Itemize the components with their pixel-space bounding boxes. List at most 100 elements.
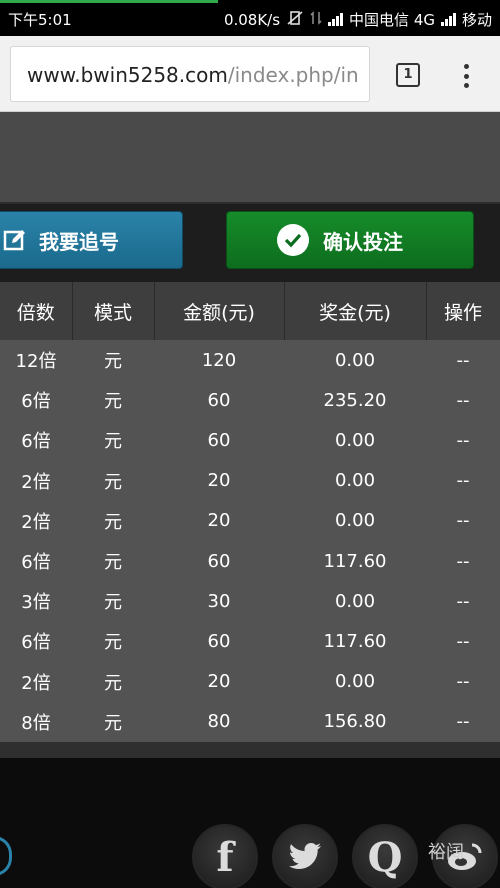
cell-amount: 20: [154, 460, 284, 501]
status-right: 0.08K/s 中国电信 4G 移动: [224, 9, 492, 30]
cell-prize: 0.00: [284, 661, 426, 702]
cell-prize: 0.00: [284, 420, 426, 461]
cell-action[interactable]: --: [426, 540, 500, 582]
url-host: www.bwin5258.com: [27, 63, 228, 87]
cell-mode: 元: [72, 661, 154, 702]
content-panel: [0, 112, 500, 204]
table-row: 12倍元 120 0.00 --: [0, 340, 500, 381]
chase-number-label: 我要追号: [39, 229, 119, 254]
twitter-icon: [288, 843, 321, 869]
vibrate-off-icon: [286, 10, 304, 30]
table-row: 2倍元 20 0.00 --: [0, 500, 500, 541]
net-speed: 0.08K/s: [223, 10, 281, 29]
header-multiplier: 倍数: [0, 282, 73, 340]
url-path: /index.php/in: [227, 63, 359, 87]
bets-table: 倍数 模式 金额(元) 奖金(元) 操作 12倍元 120 0.00 -- 6倍元 60…: [0, 282, 500, 742]
table-row: 2倍元 20 0.00 --: [0, 460, 500, 501]
table-row: 6倍元 60 235.20 --: [0, 380, 500, 421]
cell-multiplier: 3倍: [0, 581, 72, 622]
qq-icon: Q: [367, 833, 403, 881]
cell-multiplier: 12倍: [0, 340, 72, 381]
cell-mode: 元: [72, 540, 154, 582]
cell-prize: 0.00: [284, 340, 426, 381]
carrier-1: 中国电信 4G: [349, 11, 435, 29]
cell-mode: 元: [72, 581, 154, 622]
chase-number-button[interactable]: 我要追号: [0, 211, 183, 269]
page-load-progress: [0, 0, 218, 3]
table-row: 6倍元 60 117.60 --: [0, 540, 500, 582]
cell-amount: 20: [154, 500, 284, 541]
cell-multiplier: 6倍: [0, 420, 72, 461]
cell-multiplier: 8倍: [0, 701, 72, 742]
cell-prize: 0.00: [284, 581, 426, 622]
table-row: 6倍元 60 117.60 --: [0, 621, 500, 662]
url-bar[interactable]: www.bwin5258.com/index.php/in: [10, 46, 370, 102]
tab-switcher-button[interactable]: 1: [396, 63, 420, 87]
cell-action[interactable]: --: [426, 701, 500, 742]
table-row: 6倍元 60 0.00 --: [0, 420, 500, 461]
cell-amount: 60: [154, 420, 284, 461]
cell-prize: 117.60: [284, 540, 426, 582]
cell-multiplier: 2倍: [0, 500, 72, 541]
cell-prize: 0.00: [284, 500, 426, 541]
watermark-text: 裕阔: [428, 842, 464, 863]
cell-multiplier: 6倍: [0, 621, 72, 662]
edit-icon: [3, 230, 25, 251]
cell-prize: 0.00: [284, 460, 426, 501]
header-prize: 奖金(元): [284, 282, 427, 340]
cell-prize: 156.80: [284, 701, 426, 742]
cell-multiplier: 2倍: [0, 460, 72, 501]
social-share-bar: f Q 裕阔: [0, 820, 500, 888]
cell-mode: 元: [72, 500, 154, 541]
cell-mode: 元: [72, 380, 154, 421]
cell-amount: 20: [154, 661, 284, 702]
cell-prize: 235.20: [284, 380, 426, 421]
header-action: 操作: [426, 282, 500, 340]
cell-multiplier: 6倍: [0, 540, 72, 582]
cell-mode: 元: [72, 420, 154, 461]
cell-action[interactable]: --: [426, 460, 500, 501]
signal-icon: [328, 13, 344, 26]
cell-amount: 60: [154, 540, 284, 582]
cell-action[interactable]: --: [426, 380, 500, 421]
cell-action[interactable]: --: [426, 581, 500, 622]
data-transfer-icon: [310, 10, 322, 30]
table-header-row: 倍数 模式 金额(元) 奖金(元) 操作: [0, 282, 500, 340]
table-footer-bar: [0, 742, 500, 758]
more-menu-icon[interactable]: [462, 64, 470, 88]
cell-amount: 60: [154, 621, 284, 662]
cell-action[interactable]: --: [426, 621, 500, 662]
qq-share-button[interactable]: Q: [352, 824, 418, 888]
table-row: 3倍元 30 0.00 --: [0, 581, 500, 622]
table-row: 8倍元 80 156.80 --: [0, 701, 500, 742]
cell-multiplier: 6倍: [0, 380, 72, 421]
facebook-icon: f: [216, 833, 234, 881]
decorative-curve: [0, 836, 12, 876]
status-time: 下午5:01: [8, 11, 72, 29]
cell-mode: 元: [72, 460, 154, 501]
table-row: 2倍元 20 0.00 --: [0, 661, 500, 702]
carrier-2: 移动: [461, 11, 492, 29]
browser-toolbar: www.bwin5258.com/index.php/in 1: [0, 36, 500, 112]
cell-mode: 元: [72, 621, 154, 662]
twitter-share-button[interactable]: [272, 824, 338, 888]
cell-action[interactable]: --: [426, 500, 500, 541]
header-amount: 金额(元): [154, 282, 285, 340]
header-mode: 模式: [72, 282, 155, 340]
cell-prize: 117.60: [284, 621, 426, 662]
signal-icon: [440, 13, 456, 26]
status-bar: 下午5:01 0.08K/s 中国电信 4G 移动: [0, 0, 500, 36]
action-bar: 我要追号 确认投注: [0, 204, 500, 282]
cell-action[interactable]: --: [426, 420, 500, 461]
confirm-bet-button[interactable]: 确认投注: [226, 211, 474, 269]
cell-action[interactable]: --: [426, 340, 500, 381]
cell-mode: 元: [72, 701, 154, 742]
facebook-share-button[interactable]: f: [192, 824, 258, 888]
cell-action[interactable]: --: [426, 661, 500, 702]
cell-amount: 30: [154, 581, 284, 622]
cell-amount: 120: [154, 340, 284, 381]
cell-amount: 80: [154, 701, 284, 742]
confirm-bet-label: 确认投注: [323, 229, 403, 254]
cell-mode: 元: [72, 340, 154, 381]
cell-multiplier: 2倍: [0, 661, 72, 702]
